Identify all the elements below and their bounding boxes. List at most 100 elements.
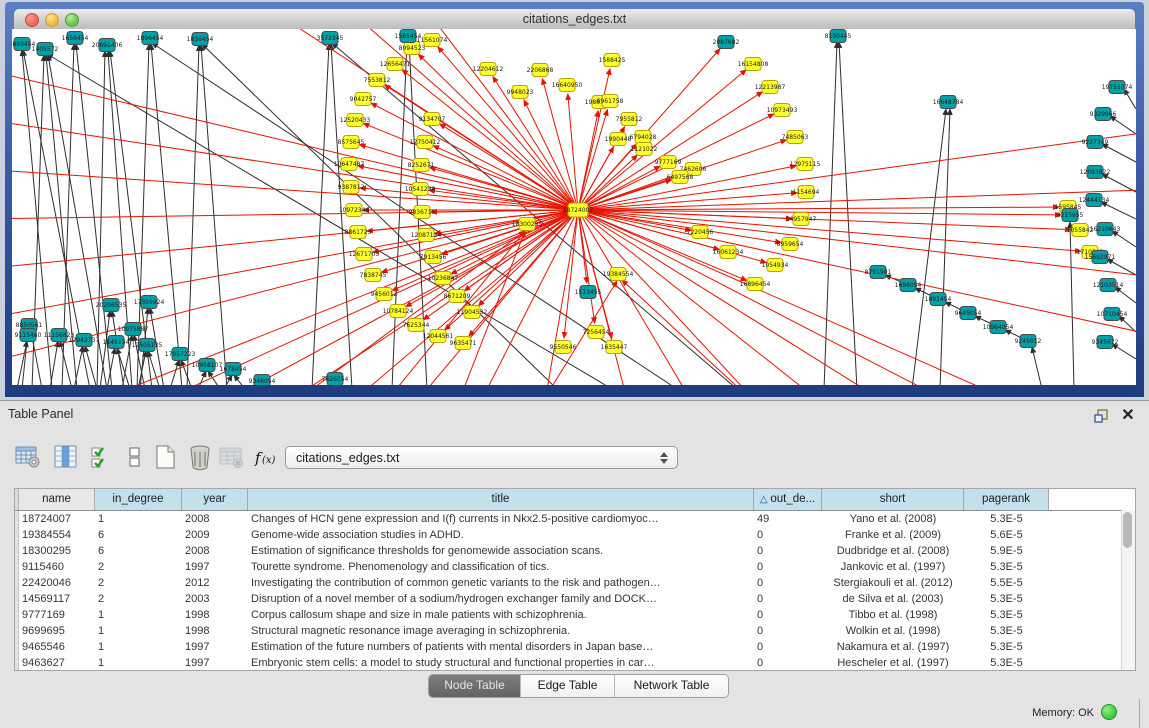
table-cell: 2008	[182, 543, 248, 559]
graph-node-label: 8850561	[16, 322, 43, 329]
graph-node-label: 12093822	[1080, 169, 1111, 176]
new-column-icon[interactable]	[151, 443, 179, 471]
graph-node-label: 9456012	[371, 291, 398, 298]
table-cell: 1997	[182, 655, 248, 671]
table-row[interactable]: 1938455462009Genome-wide association stu…	[15, 527, 1135, 543]
table-header-row: namein_degreeyeartitle△ out_de...shortpa…	[15, 489, 1135, 511]
table-selector[interactable]: citations_edges.txt	[285, 446, 678, 469]
table-cell: 2	[95, 591, 182, 607]
graph-node-label: 12044561	[423, 333, 454, 340]
network-graph[interactable]: 1265647175538129042757125204338575645106…	[12, 29, 1136, 385]
graph-node-label: 19751074	[1102, 84, 1133, 91]
window-titlebar[interactable]: citations_edges.txt	[14, 9, 1135, 30]
table-cell: Investigating the contribution of common…	[248, 575, 754, 591]
column-header-out-de-[interactable]: △ out_de...	[754, 489, 822, 510]
table-cell: Disruption of a novel member of a sodium…	[248, 591, 754, 607]
table-cell: 18300295	[19, 543, 95, 559]
table-cell: 1997	[182, 639, 248, 655]
table-tabs: Node TableEdge TableNetwork Table	[428, 674, 729, 698]
graph-node-label: 12204612	[473, 66, 504, 73]
float-window-icon[interactable]	[1093, 407, 1111, 425]
scrollbar-thumb[interactable]	[1123, 512, 1132, 548]
table-scrollbar[interactable]	[1121, 510, 1135, 670]
table-row[interactable]: 1830029562008Estimation of significance …	[15, 543, 1135, 559]
graph-node-label: 12750412	[410, 139, 441, 146]
graph-node-label: 2206868	[527, 67, 554, 74]
memory-ok-indicator[interactable]	[1101, 704, 1117, 720]
graph-node-label: 8791901	[865, 269, 892, 276]
graph-node-label: 1121022	[631, 146, 658, 153]
table-cell: 19384554	[19, 527, 95, 543]
graph-node-label: 7625344	[403, 322, 430, 329]
column-header-year[interactable]: year	[182, 489, 248, 510]
select-columns-icon[interactable]	[88, 443, 116, 471]
graph-node-label: 7838745	[360, 272, 387, 279]
close-icon[interactable]: ✕	[1119, 407, 1137, 425]
graph-node-label: 18300295	[512, 221, 543, 228]
graph-node-label: 7955812	[616, 116, 643, 123]
graph-node-label: 7553812	[364, 77, 391, 84]
tab-node-table[interactable]: Node Table	[429, 675, 521, 697]
tab-network-table[interactable]: Network Table	[615, 675, 728, 697]
table-cell: 2003	[182, 591, 248, 607]
table-cell: 2	[95, 559, 182, 575]
delete-table-icon[interactable]	[218, 443, 246, 471]
graph-node-label: 11904532	[457, 309, 488, 316]
column-visibility-icon[interactable]	[52, 443, 80, 471]
table-cell: 0	[754, 623, 822, 639]
table-cell: Franke et al. (2009)	[822, 527, 964, 543]
graph-node-label: 10541238	[405, 186, 436, 193]
table-row[interactable]: 2242004622012Investigating the contribut…	[15, 575, 1135, 591]
table-row[interactable]: 969969511998Structural magnetic resonanc…	[15, 623, 1135, 639]
status-bar: Memory: OK	[0, 699, 1149, 728]
table-cell: 1998	[182, 607, 248, 623]
table-cell: 2008	[182, 511, 248, 527]
table-cell: 1	[95, 511, 182, 527]
graph-node-label: 1896454	[137, 35, 164, 42]
row-height-icon[interactable]	[121, 443, 149, 471]
graph-node-label: 10973493	[767, 107, 798, 114]
graph-node-label: 1154694	[793, 189, 820, 196]
table-cell: 5.3E-5	[964, 591, 1049, 607]
graph-node-label: 18724007	[563, 207, 594, 214]
graph-node-label: 10964054	[983, 324, 1014, 331]
graph-node-label: 9836715	[409, 209, 436, 216]
column-header-short[interactable]: short	[822, 489, 964, 510]
graph-node-label: 12671705	[349, 251, 380, 258]
table-cell: Corpus callosum shape and size in male p…	[248, 607, 754, 623]
graph-node-label: 9329966	[1090, 111, 1117, 118]
table-panel: Table Panel ✕ f(x)	[0, 400, 1149, 728]
table-cell: Genome-wide association studies in ADHD.	[248, 527, 754, 543]
table-row[interactable]: 946554611997Estimation of the future num…	[15, 639, 1135, 655]
graph-node-label: 12103514	[1093, 282, 1124, 289]
graph-node-label: 1145134	[103, 339, 130, 346]
column-header-in-degree[interactable]: in_degree	[95, 489, 182, 510]
table-row[interactable]: 1872400712008Changes of HCN gene express…	[15, 511, 1135, 527]
table-mode-icon[interactable]	[14, 443, 42, 471]
network-canvas[interactable]: 1265647175538129042757125204338575645106…	[12, 29, 1136, 385]
table-cell: 5.3E-5	[964, 607, 1049, 623]
column-header-name[interactable]: name	[19, 489, 95, 510]
column-header-title[interactable]: title	[248, 489, 754, 510]
function-builder-icon[interactable]: f(x)	[252, 443, 280, 471]
window-title: citations_edges.txt	[14, 12, 1135, 26]
table-row[interactable]: 1456911722003Disruption of a novel membe…	[15, 591, 1135, 607]
table-row[interactable]: 911546021997Tourette syndrome. Phenomeno…	[15, 559, 1135, 575]
table-cell: Stergiakouli et al. (2012)	[822, 575, 964, 591]
table-selector-value: citations_edges.txt	[296, 451, 400, 465]
graph-node-label: 12520433	[340, 117, 371, 124]
table-cell: Embryonic stem cells: a model to study s…	[248, 655, 754, 671]
table-row[interactable]: 946362711997Embryonic stem cells: a mode…	[15, 655, 1135, 671]
graph-node-label: 10784124	[383, 308, 414, 315]
graph-node-label: 7913456	[420, 254, 447, 261]
tab-edge-table[interactable]: Edge Table	[521, 675, 615, 697]
graph-node-label: 6794028	[630, 134, 657, 141]
graph-node-label: 8671209	[444, 293, 471, 300]
column-header-pagerank[interactable]: pagerank	[964, 489, 1049, 510]
table-cell: 5.3E-5	[964, 623, 1049, 639]
table-row[interactable]: 977716911998Corpus callosum shape and si…	[15, 607, 1135, 623]
table-cell: 0	[754, 655, 822, 671]
graph-node-label: 12213987	[755, 84, 786, 91]
node-table: namein_degreeyeartitle△ out_de...shortpa…	[14, 488, 1136, 671]
delete-column-icon[interactable]	[186, 443, 214, 471]
